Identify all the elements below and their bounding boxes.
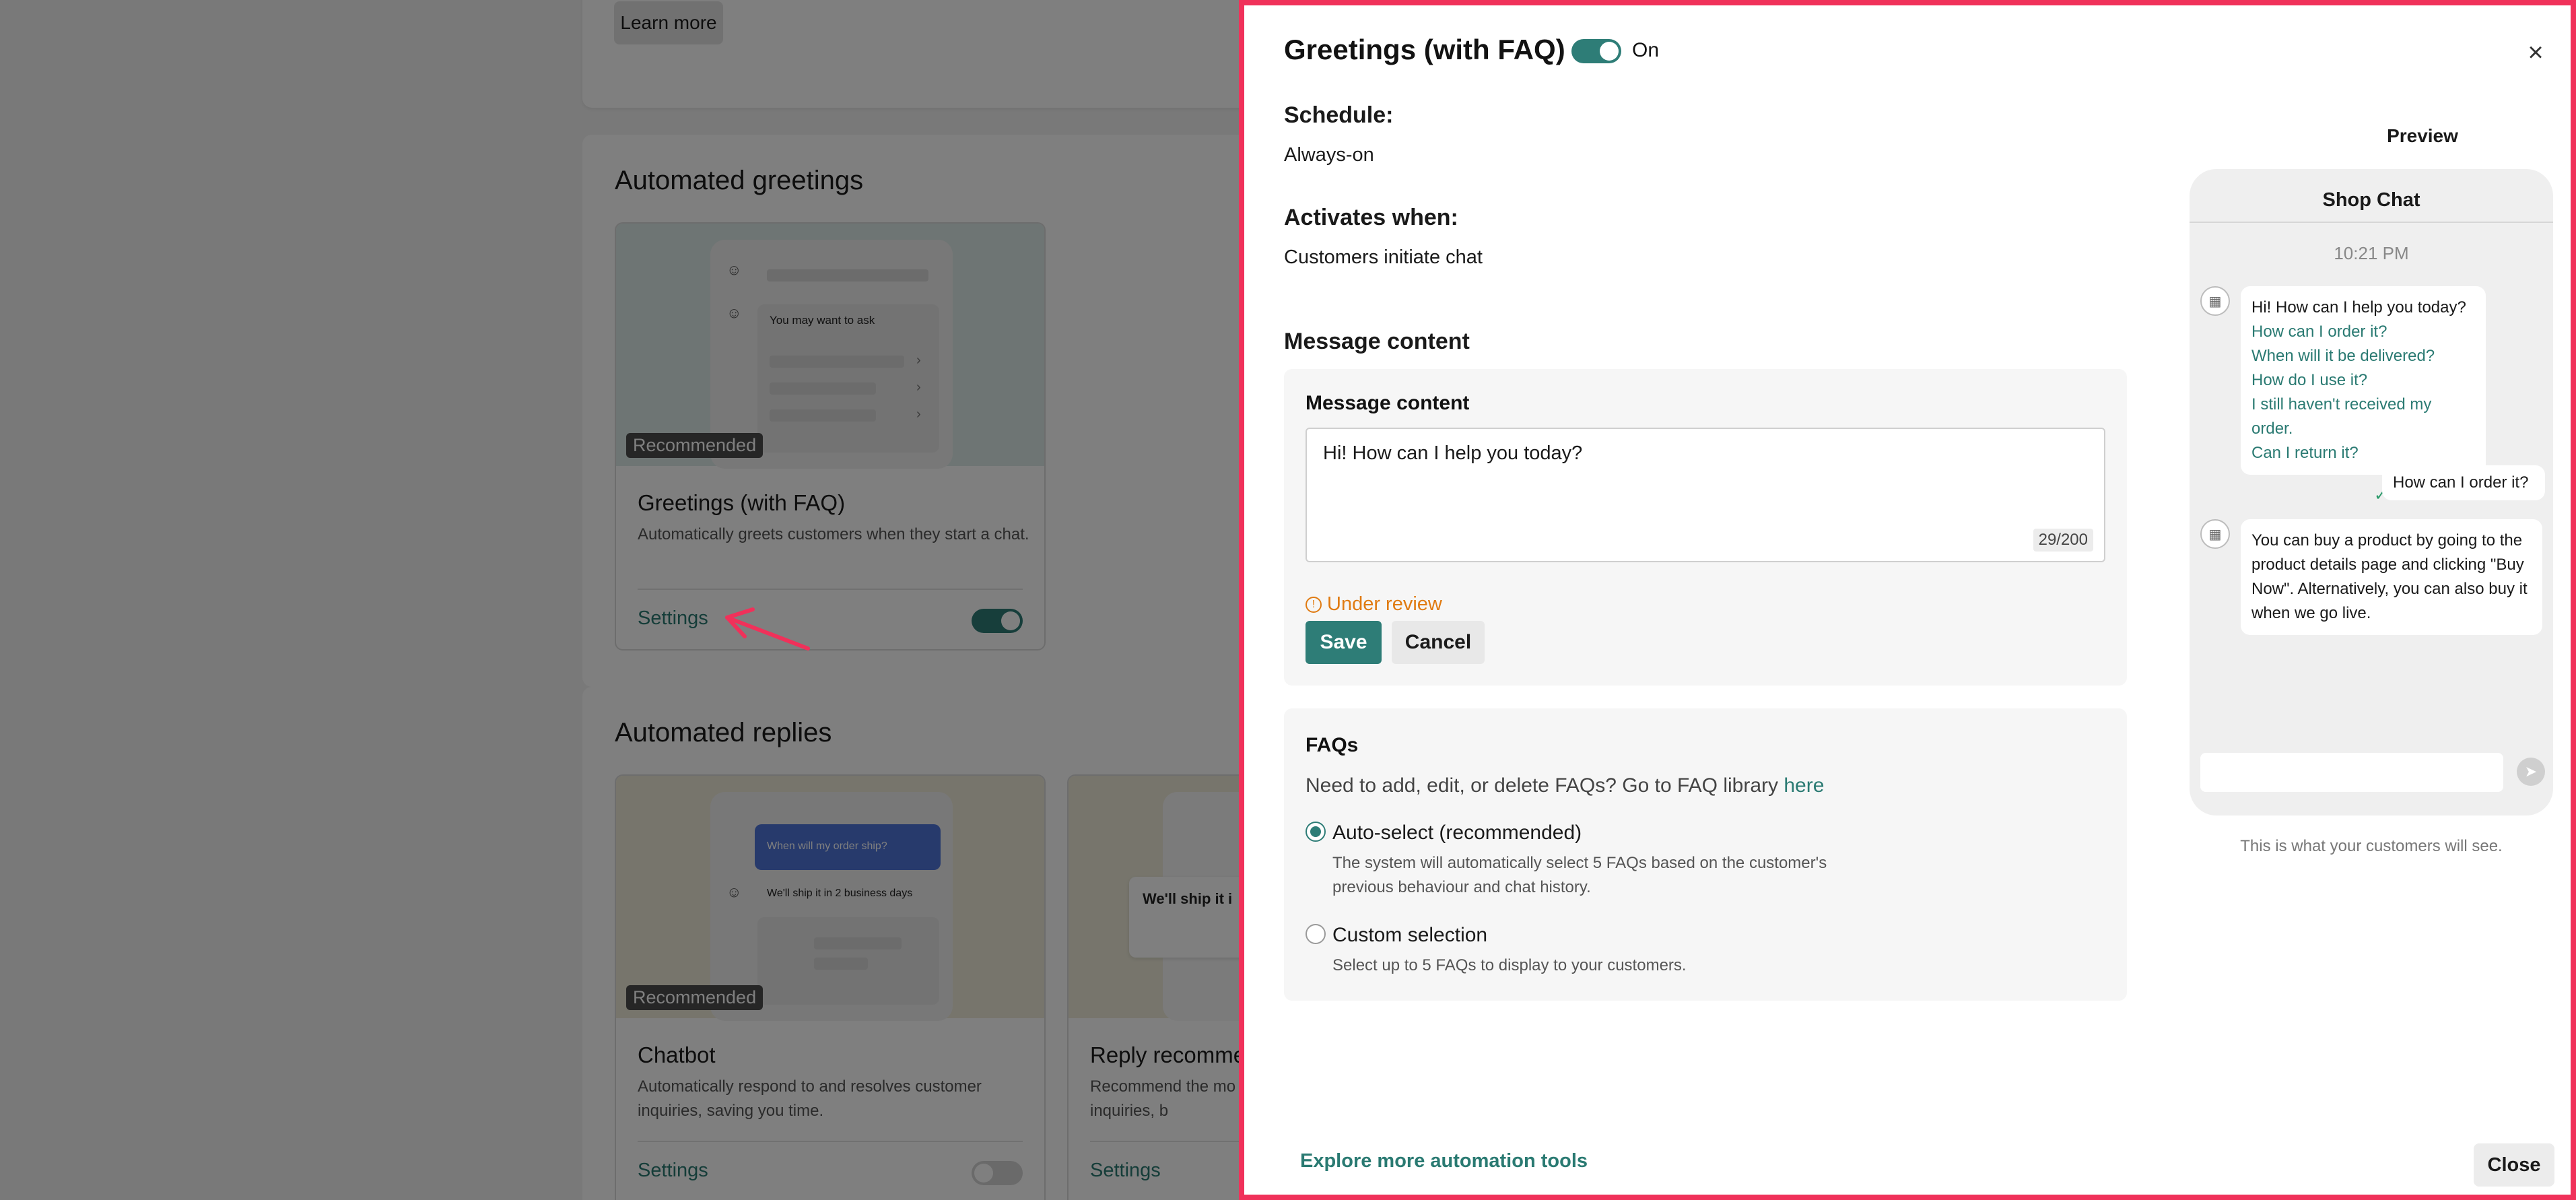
activates-label: Activates when: (1284, 205, 1458, 230)
faq-link[interactable]: When will it be delivered? (2251, 344, 2475, 368)
schedule-label: Schedule: (1284, 102, 1394, 128)
shop-icon: ▦ (2200, 286, 2230, 316)
greetings-enable-toggle[interactable] (1571, 39, 1621, 63)
user-message-bubble: How can I order it? (2382, 465, 2545, 500)
chat-title: Shop Chat (2322, 189, 2420, 211)
message-textarea[interactable]: Hi! How can I help you today? 29/200 (1306, 428, 2105, 562)
chat-header: Shop Chat (2190, 169, 2553, 223)
message-section-title: Message content (1284, 329, 1470, 354)
chat-input[interactable] (2200, 753, 2503, 792)
schedule-value: Always-on (1284, 144, 1374, 166)
message-text: Hi! How can I help you today? (1323, 442, 1583, 464)
auto-select-description: The system will automatically select 5 F… (1332, 854, 1827, 896)
custom-selection-radio[interactable] (1306, 924, 1326, 944)
close-button[interactable]: Close (2474, 1143, 2554, 1187)
faq-link[interactable]: Can I return it? (2251, 441, 2475, 465)
faq-link[interactable]: How do I use it? (2251, 368, 2475, 393)
faq-library-link[interactable]: here (1784, 774, 1824, 797)
settings-drawer: Greetings (with FAQ) On × Schedule: Alwa… (1239, 0, 2576, 1200)
faq-help-label: Need to add, edit, or delete FAQs? Go to… (1306, 774, 1784, 797)
message-content-box: Message content Hi! How can I help you t… (1284, 369, 2127, 686)
message-box-title: Message content (1306, 392, 1470, 414)
faq-box: FAQs Need to add, edit, or delete FAQs? … (1284, 708, 2127, 1001)
close-icon[interactable]: × (2523, 39, 2548, 66)
info-icon: ! (1306, 596, 1322, 613)
chat-preview-phone: Shop Chat 10:21 PM ▦ Hi! How can I help … (2190, 169, 2553, 815)
save-button[interactable]: Save (1306, 621, 1382, 664)
cancel-button[interactable]: Cancel (1392, 621, 1485, 664)
chat-timestamp: 10:21 PM (2334, 243, 2409, 263)
bot-greeting-text: Hi! How can I help you today? (2251, 298, 2466, 316)
preview-label: Preview (2387, 125, 2458, 146)
preview-note: This is what your customers will see. (2240, 837, 2503, 855)
bot-reply-bubble: You can buy a product by going to the pr… (2241, 519, 2542, 635)
character-counter: 29/200 (2033, 529, 2093, 552)
faq-link[interactable]: I still haven't received my order. (2251, 393, 2475, 441)
toggle-label: On (1632, 39, 1660, 61)
custom-selection-description: Select up to 5 FAQs to display to your c… (1332, 956, 1687, 974)
explore-automation-link[interactable]: Explore more automation tools (1300, 1150, 1588, 1172)
faq-link[interactable]: How can I order it? (2251, 320, 2475, 344)
activates-value: Customers initiate chat (1284, 246, 1483, 268)
auto-select-radio[interactable] (1306, 822, 1326, 842)
annotation-arrow-icon (725, 607, 810, 651)
bot-greeting-bubble: Hi! How can I help you today? How can I … (2241, 286, 2486, 475)
shop-icon: ▦ (2200, 519, 2230, 549)
review-status-text: Under review (1327, 593, 1442, 615)
faq-help-text: Need to add, edit, or delete FAQs? Go to… (1306, 774, 1824, 797)
review-status: ! Under review (1306, 593, 1442, 615)
auto-select-label[interactable]: Auto-select (recommended) (1332, 822, 1582, 844)
send-icon[interactable]: ➤ (2517, 758, 2545, 786)
drawer-title: Greetings (with FAQ) (1284, 34, 1565, 65)
custom-selection-label[interactable]: Custom selection (1332, 924, 1487, 947)
faq-title: FAQs (1306, 734, 1359, 756)
